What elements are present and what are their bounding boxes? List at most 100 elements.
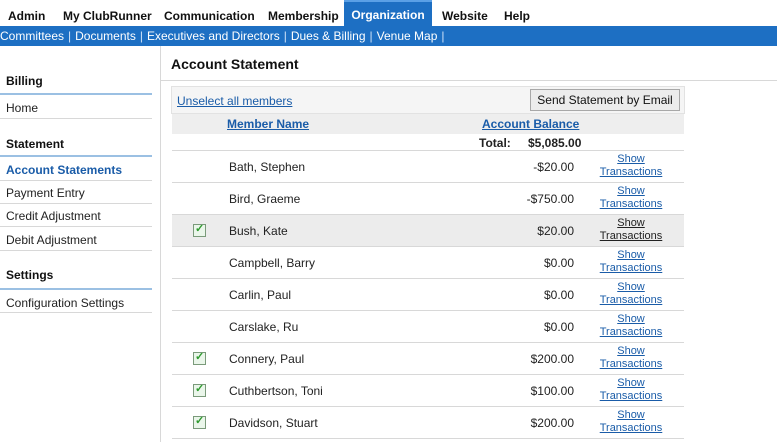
table-row: ✓ Connery, Paul $200.00 Show Transactions [172,343,684,375]
unselect-all-members-link[interactable]: Unselect all members [177,94,292,108]
member-balance: -$20.00 [533,160,574,174]
show-label: Show [617,153,645,165]
show-label: Show [617,217,645,229]
tab-admin[interactable]: Admin [8,0,45,26]
tab-website[interactable]: Website [442,0,488,26]
show-label: Show [617,249,645,261]
table-row: Bath, Stephen -$20.00 Show Transactions [172,151,684,183]
checkmark-icon: ✓ [195,223,205,235]
table-row: Bird, Graeme -$750.00 Show Transactions [172,183,684,215]
member-balance: $0.00 [543,256,574,270]
member-checkbox[interactable]: ✓ [193,383,206,397]
subnav-venue-map[interactable]: Venue Map [377,29,438,43]
sidebar-item-payment-entry[interactable]: Payment Entry [6,186,152,200]
tab-organization[interactable]: Organization [344,0,432,26]
transactions-label: Transactions [599,422,663,434]
show-transactions-link[interactable]: Show Transactions [598,217,664,243]
member-name: Cuthbertson, Toni [229,384,323,398]
show-transactions-link[interactable]: Show Transactions [598,249,664,275]
member-checkbox[interactable]: ✓ [193,415,206,429]
sidebar-separator [0,226,152,227]
statement-toolbar: Unselect all members Send Statement by E… [171,86,685,114]
show-label: Show [617,345,645,357]
send-statement-by-email-button[interactable]: Send Statement by Email [530,89,680,111]
subnav-dues-billing[interactable]: Dues & Billing [291,29,366,43]
member-name: Carlin, Paul [229,288,292,302]
show-transactions-link[interactable]: Show Transactions [598,345,664,371]
checkmark-icon: ✓ [195,415,205,427]
subnav-documents[interactable]: Documents [75,29,136,43]
sidebar-separator [0,180,152,181]
sidebar-item-account-statements[interactable]: Account Statements [6,163,152,177]
member-name-column-header[interactable]: Member Name [227,117,309,131]
account-balance-column-header[interactable]: Account Balance [482,117,579,131]
transactions-label: Transactions [599,166,663,178]
sidebar-item-debit-adjustment[interactable]: Debit Adjustment [6,233,152,247]
member-balance: $20.00 [537,224,574,238]
sidebar-separator [0,250,152,251]
table-row: Carslake, Ru $0.00 Show Transactions [172,311,684,343]
table-row: Campbell, Barry $0.00 Show Transactions [172,247,684,279]
sidebar-divider [0,93,152,95]
sidebar-divider [0,155,152,157]
table-row: ✓ Bush, Kate $20.00 Show Transactions [172,215,684,247]
show-label: Show [617,409,645,421]
table-header: Member Name Account Balance [172,114,684,134]
tab-communication[interactable]: Communication [164,0,255,26]
transactions-label: Transactions [599,294,663,306]
sidebar-heading-billing: Billing [6,74,43,88]
page-title: Account Statement [171,56,299,72]
sidebar-divider [0,288,152,290]
transactions-label: Transactions [599,262,663,274]
table-row: Carlin, Paul $0.00 Show Transactions [172,279,684,311]
total-value: $5,085.00 [528,136,582,150]
tab-my-clubrunner[interactable]: My ClubRunner [63,0,152,26]
checkmark-icon: ✓ [195,383,205,395]
sidebar-heading-statement: Statement [6,137,65,151]
show-label: Show [617,281,645,293]
member-name: Davidson, Stuart [229,416,318,430]
transactions-label: Transactions [599,230,663,242]
tab-help[interactable]: Help [504,0,530,26]
sub-nav: Committees | Documents | Executives and Dire… [0,26,777,46]
subnav-separator: | [369,29,373,43]
member-name: Bird, Graeme [229,192,301,206]
sidebar-separator [0,203,152,204]
member-name: Bush, Kate [229,224,288,238]
show-transactions-link[interactable]: Show Transactions [598,313,664,339]
member-name: Campbell, Barry [229,256,316,270]
subnav-executives-and-directors[interactable]: Executives and Directors [147,29,280,43]
show-transactions-link[interactable]: Show Transactions [598,409,664,435]
member-balance: $0.00 [543,320,574,334]
subnav-separator: | [139,29,143,43]
member-balance: $100.00 [530,384,574,398]
top-nav: Admin My ClubRunner Communication Member… [0,0,777,26]
show-label: Show [617,377,645,389]
sidebar-heading-settings: Settings [6,268,54,282]
sidebar-separator [0,312,152,313]
sidebar-item-home[interactable]: Home [6,101,152,115]
table-row: ✓ Davidson, Stuart $200.00 Show Transacti… [172,407,684,439]
show-transactions-link[interactable]: Show Transactions [598,281,664,307]
member-name: Connery, Paul [229,352,305,366]
sidebar-item-credit-adjustment[interactable]: Credit Adjustment [6,209,152,223]
subnav-separator: | [283,29,287,43]
transactions-label: Transactions [599,326,663,338]
sidebar-item-configuration-settings[interactable]: Configuration Settings [6,296,152,310]
member-name: Carslake, Ru [229,320,299,334]
total-label: Total: [479,136,511,150]
show-transactions-link[interactable]: Show Transactions [598,153,664,179]
table-row: ✓ Cuthbertson, Toni $100.00 Show Transact… [172,375,684,407]
subnav-committees[interactable]: Committees [0,29,64,43]
member-checkbox[interactable]: ✓ [193,223,206,237]
show-transactions-link[interactable]: Show Transactions [598,185,664,211]
subnav-separator: | [68,29,72,43]
member-checkbox[interactable]: ✓ [193,351,206,365]
member-balance: $200.00 [530,416,574,430]
transactions-label: Transactions [599,198,663,210]
tab-membership[interactable]: Membership [268,0,339,26]
transactions-label: Transactions [599,358,663,370]
show-transactions-link[interactable]: Show Transactions [598,377,664,403]
sidebar: Billing Home Statement Account Statement… [0,46,161,442]
subnav-separator: | [441,29,445,43]
